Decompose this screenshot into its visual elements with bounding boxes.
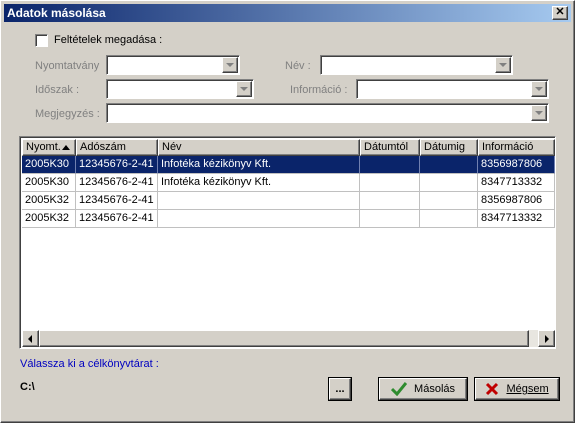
browse-button-label: ... — [335, 383, 345, 395]
table-row[interactable]: 2005K30 12345676-2-41 Infotéka kézikönyv… — [22, 174, 555, 192]
form-type-combo[interactable] — [106, 55, 240, 75]
table-cell — [158, 210, 360, 228]
column-header-label: Dátumtól — [364, 141, 409, 153]
column-header-nyomt[interactable]: Nyomt. — [22, 139, 76, 156]
x-icon — [486, 383, 499, 396]
name-label: Név : — [285, 60, 311, 72]
column-header-label: Dátumig — [424, 141, 465, 153]
table-cell: Infotéka kézikönyv Kft. — [158, 156, 360, 174]
column-header-nev[interactable]: Név — [158, 139, 360, 156]
column-header-label: Adószám — [80, 141, 126, 153]
name-combo[interactable] — [320, 55, 513, 75]
form-type-label: Nyomtatvány — [35, 60, 100, 72]
period-label: Időszak : — [35, 84, 80, 96]
table-cell: 12345676-2-41 — [76, 192, 158, 210]
table-cell — [360, 174, 420, 192]
chevron-down-icon[interactable] — [236, 81, 252, 97]
note-label: Megjegyzés : — [35, 108, 100, 120]
column-header-label: Információ — [482, 141, 534, 153]
table-cell: 8356987806 — [478, 156, 555, 174]
chevron-down-icon[interactable] — [495, 57, 511, 73]
table-cell — [360, 210, 420, 228]
conditions-checkbox[interactable] — [35, 34, 48, 47]
chevron-down-icon[interactable] — [531, 105, 547, 121]
window-title: Adatok másolása — [7, 6, 106, 20]
column-header-datumig[interactable]: Dátumig — [420, 139, 478, 156]
table-cell — [360, 192, 420, 210]
table-cell: 12345676-2-41 — [76, 210, 158, 228]
table-row[interactable]: 2005K32 12345676-2-41 8347713332 — [22, 210, 555, 228]
column-header-informacio[interactable]: Információ — [478, 139, 555, 156]
copy-button-label: Másolás — [414, 383, 456, 396]
cancel-button[interactable]: Mégsem — [475, 378, 559, 400]
copy-button[interactable]: Másolás — [379, 378, 467, 400]
scrollbar-thumb[interactable] — [39, 330, 529, 347]
chevron-down-icon[interactable] — [531, 81, 547, 97]
scroll-left-icon[interactable] — [22, 330, 39, 347]
table-header: Nyomt. Adószám Név Dátumtól Dátumig Info… — [22, 139, 555, 156]
table-cell: 12345676-2-41 — [76, 174, 158, 192]
sort-ascending-icon — [62, 145, 70, 150]
table-row[interactable]: 2005K32 12345676-2-41 8356987806 — [22, 192, 555, 210]
information-combo[interactable] — [356, 79, 549, 99]
table-cell: Infotéka kézikönyv Kft. — [158, 174, 360, 192]
close-button[interactable]: ✕ — [552, 6, 568, 20]
column-header-adoszam[interactable]: Adószám — [76, 139, 158, 156]
note-combo[interactable] — [106, 103, 549, 123]
copy-data-dialog: Adatok másolása ✕ Feltételek megadása : … — [0, 0, 575, 423]
information-label: Információ : — [290, 84, 348, 96]
checkmark-icon — [390, 382, 407, 397]
conditions-checkbox-label: Feltételek megadása : — [54, 34, 163, 46]
table-cell — [420, 156, 478, 174]
table-cell: 2005K30 — [22, 156, 76, 174]
period-combo[interactable] — [106, 79, 254, 99]
scroll-right-icon[interactable] — [538, 330, 555, 347]
table-cell: 8347713332 — [478, 210, 555, 228]
table-row[interactable]: 2005K30 12345676-2-41 Infotéka kézikönyv… — [22, 156, 555, 174]
chevron-down-icon[interactable] — [222, 57, 238, 73]
table-cell — [420, 210, 478, 228]
table-cell — [420, 174, 478, 192]
table-cell: 2005K32 — [22, 192, 76, 210]
cancel-button-label: Mégsem — [506, 383, 549, 396]
target-directory-label: Válassza ki a célkönyvtárat : — [20, 358, 159, 370]
table-cell: 8347713332 — [478, 174, 555, 192]
table-cell: 8356987806 — [478, 192, 555, 210]
target-path: C:\ — [20, 381, 35, 393]
table-cell — [158, 192, 360, 210]
horizontal-scrollbar[interactable] — [22, 330, 555, 347]
table-cell — [420, 192, 478, 210]
table-cell — [360, 156, 420, 174]
browse-button[interactable]: ... — [329, 378, 351, 400]
column-header-label: Nyomt. — [26, 141, 61, 153]
table-cell: 2005K30 — [22, 174, 76, 192]
column-header-label: Név — [162, 141, 182, 153]
records-table[interactable]: Nyomt. Adószám Név Dátumtól Dátumig Info… — [19, 136, 556, 349]
close-icon: ✕ — [555, 6, 565, 18]
title-bar: Adatok másolása ✕ — [4, 4, 571, 22]
table-cell: 12345676-2-41 — [76, 156, 158, 174]
table-cell: 2005K32 — [22, 210, 76, 228]
column-header-datumtol[interactable]: Dátumtól — [360, 139, 420, 156]
